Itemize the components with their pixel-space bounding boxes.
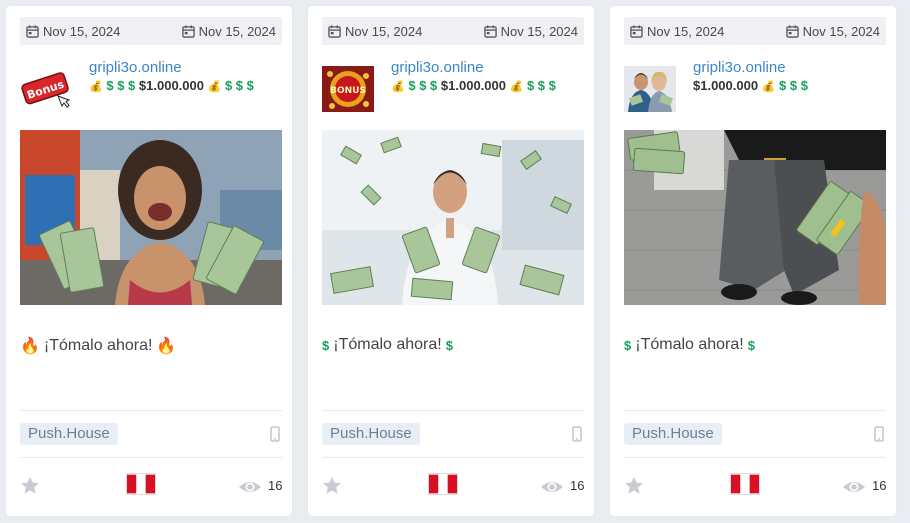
eye-icon	[239, 482, 261, 492]
ad-headline: 💰 $ $ $ $1.000.000 💰 $ $ $	[391, 77, 581, 96]
ad-body-text: $ ¡Tómalo ahora! $	[322, 336, 584, 354]
fire-icon: 🔥	[20, 338, 40, 355]
peru-flag-icon	[126, 473, 156, 495]
date-end-text: Nov 15, 2024	[198, 23, 276, 39]
mobile-device-icon	[572, 426, 582, 442]
ad-card[interactable]: Nov 15, 2024 Nov 15, 2024 gripli3o.onlin…	[610, 6, 896, 516]
ad-icon-thumbnail[interactable]	[624, 66, 676, 112]
date-start: Nov 15, 2024	[624, 24, 730, 39]
dollar-icon: $	[747, 337, 755, 353]
dollar-icon: $	[537, 78, 546, 93]
dollar-icon: $	[430, 78, 438, 93]
calendar-icon	[181, 24, 195, 38]
money-bag-icon: 💰	[391, 81, 405, 93]
divider	[20, 457, 282, 458]
date-end: Nov 15, 2024	[176, 24, 282, 39]
divider	[322, 457, 584, 458]
ad-hero-image[interactable]	[624, 130, 886, 305]
date-end: Nov 15, 2024	[780, 24, 886, 39]
eye-icon	[843, 482, 865, 492]
view-count: 16	[268, 478, 283, 493]
dollar-icon: $	[445, 337, 453, 353]
dollar-icon: $	[526, 78, 535, 93]
dollar-icon: $	[408, 78, 416, 93]
ad-body-text: 🔥 ¡Tómalo ahora! 🔥	[20, 336, 282, 356]
divider	[624, 410, 886, 411]
star-icon[interactable]	[322, 476, 342, 495]
body-text-label: ¡Tómalo ahora!	[333, 336, 442, 353]
date-end: Nov 15, 2024	[478, 24, 584, 39]
ad-hero-image[interactable]	[20, 130, 282, 305]
dollar-icon: $	[779, 78, 787, 93]
mobile-device-icon	[270, 426, 280, 442]
view-count: 16	[570, 478, 585, 493]
ad-card[interactable]: Nov 15, 2024 Nov 15, 2024 BONUS gripli3o…	[308, 6, 594, 516]
calendar-icon	[26, 24, 39, 38]
site-link[interactable]: gripli3o.online	[89, 59, 182, 76]
ad-icon-thumbnail[interactable]: BONUS	[322, 66, 374, 112]
dollar-icon: $	[419, 78, 427, 93]
ad-headline: $1.000.000 💰 $ $ $	[693, 77, 883, 96]
money-bag-icon: 💰	[761, 81, 776, 93]
peru-flag-icon	[428, 473, 458, 495]
peru-flag-icon	[730, 473, 760, 495]
money-bag-icon: 💰	[207, 81, 222, 93]
date-range: Nov 15, 2024 Nov 15, 2024	[20, 17, 282, 45]
body-text-label: ¡Tómalo ahora!	[43, 337, 153, 354]
divider	[20, 410, 282, 411]
calendar-icon	[328, 24, 341, 38]
dollar-icon: $	[800, 78, 808, 93]
star-icon[interactable]	[624, 476, 644, 495]
divider	[322, 410, 584, 411]
dollar-icon: $	[117, 78, 125, 93]
date-end-text: Nov 15, 2024	[500, 23, 578, 39]
network-badge[interactable]: Push.House	[20, 423, 118, 445]
date-start-text: Nov 15, 2024	[345, 23, 423, 39]
dollar-icon: $	[789, 78, 798, 93]
body-text-label: ¡Tómalo ahora!	[635, 336, 744, 353]
view-count: 16	[872, 478, 887, 493]
date-start-text: Nov 15, 2024	[43, 23, 121, 39]
dollar-icon: $	[106, 78, 114, 93]
dollar-icon: $	[246, 78, 254, 93]
ad-grid: Nov 15, 2024 Nov 15, 2024 Bonus gripli3o…	[0, 0, 910, 523]
ad-hero-image[interactable]	[322, 130, 584, 305]
ad-icon-thumbnail[interactable]: Bonus	[20, 66, 72, 112]
site-link[interactable]: gripli3o.online	[693, 59, 786, 76]
date-range: Nov 15, 2024 Nov 15, 2024	[322, 17, 584, 45]
date-end-text: Nov 15, 2024	[802, 23, 880, 39]
star-icon[interactable]	[20, 476, 40, 495]
network-badge[interactable]: Push.House	[624, 423, 722, 445]
ad-card[interactable]: Nov 15, 2024 Nov 15, 2024 Bonus gripli3o…	[6, 6, 292, 516]
date-start: Nov 15, 2024	[322, 24, 428, 39]
svg-text:BONUS: BONUS	[330, 86, 366, 96]
headline-amount: $1.000.000	[138, 78, 204, 93]
ad-headline: 💰 $ $ $ $1.000.000 💰 $ $ $	[89, 77, 279, 96]
date-start: Nov 15, 2024	[20, 24, 126, 39]
calendar-icon	[785, 24, 799, 38]
site-link[interactable]: gripli3o.online	[391, 59, 484, 76]
fire-icon: 🔥	[156, 338, 177, 355]
dollar-icon: $	[322, 337, 330, 353]
ad-body-text: $ ¡Tómalo ahora! $	[624, 336, 886, 354]
headline-amount: $1.000.000	[693, 78, 759, 93]
dollar-icon: $	[624, 337, 632, 353]
headline-amount: $1.000.000	[440, 78, 506, 93]
divider	[624, 457, 886, 458]
eye-icon	[541, 482, 563, 492]
money-bag-icon: 💰	[509, 81, 524, 93]
dollar-icon: $	[548, 78, 556, 93]
dollar-icon: $	[224, 78, 233, 93]
dollar-icon: $	[128, 78, 136, 93]
money-bag-icon: 💰	[89, 81, 103, 93]
date-range: Nov 15, 2024 Nov 15, 2024	[624, 17, 886, 45]
calendar-icon	[483, 24, 497, 38]
calendar-icon	[630, 24, 643, 38]
dollar-icon: $	[235, 78, 244, 93]
date-start-text: Nov 15, 2024	[647, 23, 725, 39]
mobile-device-icon	[874, 426, 884, 442]
network-badge[interactable]: Push.House	[322, 423, 420, 445]
